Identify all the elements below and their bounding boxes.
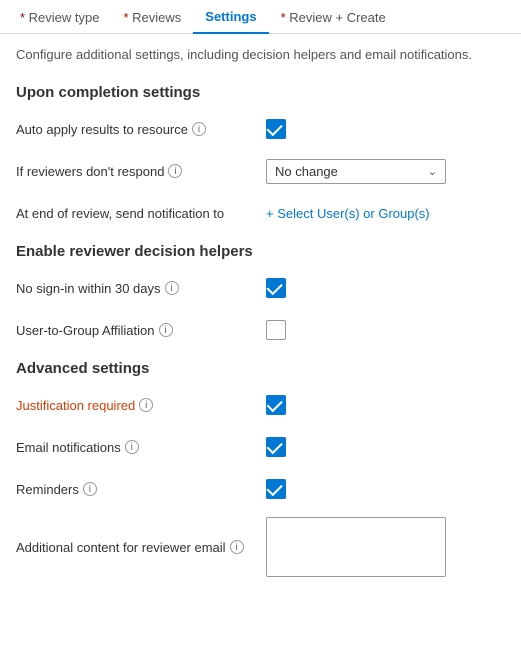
row-email-notifications: Email notifications i (16, 433, 505, 461)
control-user-group (266, 320, 505, 340)
tab-review-create[interactable]: Review + Create (269, 2, 398, 33)
label-reviewers-respond: If reviewers don't respond i (16, 164, 266, 179)
select-users-link[interactable]: + Select User(s) or Group(s) (266, 206, 430, 221)
section-heading-completion: Upon completion settings (16, 84, 505, 101)
control-additional-content (266, 517, 505, 577)
label-reminders: Reminders i (16, 482, 266, 497)
label-email-notifications: Email notifications i (16, 440, 266, 455)
row-reviewers-respond: If reviewers don't respond i No change ⌄ (16, 157, 505, 185)
row-no-signin: No sign-in within 30 days i (16, 274, 505, 302)
checkbox-user-group[interactable] (266, 320, 286, 340)
control-auto-apply (266, 119, 505, 139)
label-justification: Justification required i (16, 398, 266, 413)
reviewer-email-textarea[interactable] (266, 517, 446, 577)
info-icon-auto-apply[interactable]: i (192, 122, 206, 136)
checkbox-justification[interactable] (266, 395, 286, 415)
label-user-group: User-to-Group Affiliation i (16, 323, 266, 338)
tab-review-type[interactable]: Review type (8, 2, 111, 33)
section-heading-advanced: Advanced settings (16, 360, 505, 377)
control-reviewers-respond: No change ⌄ (266, 159, 505, 184)
checkbox-reminders[interactable] (266, 479, 286, 499)
label-no-signin: No sign-in within 30 days i (16, 281, 266, 296)
chevron-down-icon: ⌄ (428, 165, 437, 178)
label-additional-content: Additional content for reviewer email i (16, 540, 266, 555)
info-icon-additional-content[interactable]: i (230, 540, 244, 554)
row-justification: Justification required i (16, 391, 505, 419)
main-content: Configure additional settings, including… (0, 34, 521, 603)
info-icon-justification[interactable]: i (139, 398, 153, 412)
tab-bar: Review type Reviews Settings Review + Cr… (0, 0, 521, 34)
info-icon-reviewers-respond[interactable]: i (168, 164, 182, 178)
checkbox-no-signin[interactable] (266, 278, 286, 298)
control-no-signin (266, 278, 505, 298)
control-reminders (266, 479, 505, 499)
info-icon-email-notifications[interactable]: i (125, 440, 139, 454)
control-end-notification: + Select User(s) or Group(s) (266, 206, 505, 221)
control-email-notifications (266, 437, 505, 457)
section-heading-helpers: Enable reviewer decision helpers (16, 243, 505, 260)
tab-settings[interactable]: Settings (193, 1, 268, 34)
dropdown-value: No change (275, 164, 338, 179)
row-auto-apply: Auto apply results to resource i (16, 115, 505, 143)
tab-reviews[interactable]: Reviews (111, 2, 193, 33)
row-user-group: User-to-Group Affiliation i (16, 316, 505, 344)
row-additional-content: Additional content for reviewer email i (16, 517, 505, 577)
label-auto-apply: Auto apply results to resource i (16, 122, 266, 137)
info-icon-reminders[interactable]: i (83, 482, 97, 496)
control-justification (266, 395, 505, 415)
info-icon-no-signin[interactable]: i (165, 281, 179, 295)
page-description: Configure additional settings, including… (16, 46, 505, 64)
row-reminders: Reminders i (16, 475, 505, 503)
dropdown-no-change[interactable]: No change ⌄ (266, 159, 446, 184)
label-end-notification: At end of review, send notification to (16, 206, 266, 221)
checkbox-auto-apply[interactable] (266, 119, 286, 139)
checkbox-email-notifications[interactable] (266, 437, 286, 457)
info-icon-user-group[interactable]: i (159, 323, 173, 337)
row-end-notification: At end of review, send notification to +… (16, 199, 505, 227)
